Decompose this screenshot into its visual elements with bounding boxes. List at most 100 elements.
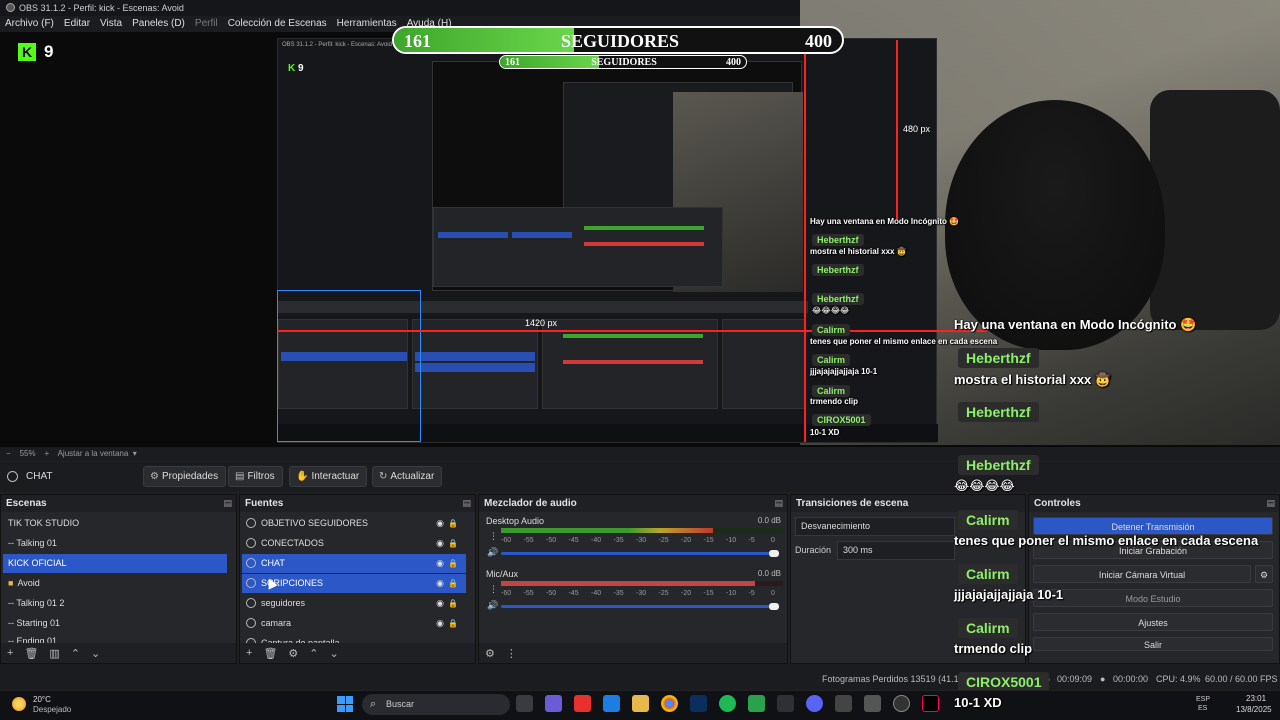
eye-icon[interactable]: ◉: [436, 614, 444, 633]
scene-item-selected[interactable]: KICK OFICIAL: [3, 554, 227, 573]
lock-icon[interactable]: 🔒: [448, 594, 458, 613]
menu-view[interactable]: Vista: [100, 16, 122, 32]
chevron-down-icon[interactable]: ⌄: [330, 647, 339, 660]
meter-tick-label: -25: [658, 537, 669, 544]
calendar-icon[interactable]: [777, 695, 794, 712]
language-code[interactable]: ESP: [1196, 696, 1210, 703]
source-item[interactable]: camara ◉ 🔒: [242, 614, 466, 633]
app-icon[interactable]: [748, 695, 765, 712]
sources-dock-header: Fuentes ▤: [240, 495, 475, 512]
lock-icon[interactable]: 🔒: [448, 574, 458, 593]
eye-icon[interactable]: ◉: [436, 594, 444, 613]
scene-item[interactable]: TIK TOK STUDIO: [3, 514, 227, 533]
measure-vertical: 480 px: [903, 124, 931, 134]
scene-folder[interactable]: ■ Avoid: [3, 574, 227, 593]
weather-status[interactable]: Despejado: [33, 705, 71, 714]
lock-icon[interactable]: 🔒: [448, 514, 458, 533]
menu-profile[interactable]: Perfil: [195, 16, 218, 32]
source-item[interactable]: OBJETIVO SEGUIDORES ◉ 🔒: [242, 514, 466, 533]
file-explorer-icon[interactable]: [632, 695, 649, 712]
lock-icon[interactable]: 🔒: [448, 554, 458, 573]
meter-tick-label: -40: [591, 590, 602, 597]
settings-icon[interactable]: [835, 695, 852, 712]
trash-icon[interactable]: 🗑: [263, 647, 277, 660]
clock-date[interactable]: 13/8/2025: [1236, 705, 1272, 714]
zoom-in-icon[interactable]: +: [44, 449, 49, 458]
tiktok-icon[interactable]: [922, 695, 939, 712]
volume-slider-handle[interactable]: [769, 550, 779, 557]
adobe-icon[interactable]: [574, 695, 591, 712]
gear-icon[interactable]: ⚙: [485, 647, 495, 660]
meter-tick-label: -15: [703, 590, 714, 597]
eye-icon[interactable]: ◉: [436, 514, 444, 533]
eye-icon[interactable]: ◉: [436, 574, 444, 593]
chevron-down-icon[interactable]: ⌄: [91, 647, 100, 660]
chevron-up-icon[interactable]: ⌃: [71, 647, 80, 660]
filters-button[interactable]: ▤ Filtros: [228, 466, 283, 487]
dock-menu-icon[interactable]: ▤: [223, 495, 232, 512]
speaker-icon[interactable]: 🔊: [487, 547, 498, 558]
menu-file[interactable]: Archivo (F): [5, 16, 54, 32]
goal-title: SEGUIDORES: [560, 31, 680, 51]
kick-viewers-badge: K 9: [18, 42, 53, 62]
menu-docks[interactable]: Paneles (D): [132, 16, 185, 32]
volume-slider-handle[interactable]: [769, 603, 779, 610]
volume-slider[interactable]: [501, 552, 779, 555]
channel-db: 0.0 dB: [757, 516, 781, 525]
gear-icon[interactable]: ⚙: [288, 647, 298, 660]
chrome-icon[interactable]: [661, 695, 678, 712]
add-icon[interactable]: +: [246, 647, 252, 659]
weather-sun-icon[interactable]: [12, 697, 26, 711]
scene-item[interactable]: -- Talking 01 2: [3, 594, 227, 613]
chevron-down-icon[interactable]: ▾: [131, 449, 137, 458]
refresh-button[interactable]: ↻ Actualizar: [372, 466, 443, 487]
filter-icon[interactable]: ▥: [49, 647, 59, 660]
spotify-icon[interactable]: [719, 695, 736, 712]
taskbar-search[interactable]: ⌕ Buscar: [362, 694, 510, 715]
task-view-icon[interactable]: [516, 695, 533, 712]
dock-menu-icon[interactable]: ▤: [774, 495, 783, 512]
windows-start-icon[interactable]: [337, 696, 353, 712]
chevron-up-icon[interactable]: ⌃: [309, 647, 318, 660]
properties-button[interactable]: ⚙ Propiedades: [143, 466, 227, 487]
scenes-dock: Escenas ▤ TIK TOK STUDIO -- Talking 01 KI…: [0, 494, 237, 664]
edge-icon[interactable]: [603, 695, 620, 712]
eye-icon[interactable]: ◉: [436, 534, 444, 553]
speaker-icon[interactable]: 🔊: [487, 600, 498, 611]
weather-temp[interactable]: 20°C: [33, 695, 51, 704]
menu-scene-collection[interactable]: Colección de Escenas: [228, 16, 327, 32]
language-layout[interactable]: ES: [1198, 705, 1207, 712]
scene-item[interactable]: -- Talking 01: [3, 534, 227, 553]
source-label: seguidores: [261, 598, 306, 608]
lock-icon[interactable]: 🔒: [448, 534, 458, 553]
inner-kick-badge: K 9: [288, 63, 304, 74]
channel-menu-icon[interactable]: ⋮: [489, 531, 498, 542]
channel-menu-icon[interactable]: ⋮: [489, 584, 498, 595]
source-item[interactable]: seguidores ◉ 🔒: [242, 594, 466, 613]
app-icon[interactable]: [864, 695, 881, 712]
eye-icon[interactable]: ◉: [436, 554, 444, 573]
interact-button[interactable]: ✋ Interactuar: [289, 466, 368, 487]
photoshop-icon[interactable]: [690, 695, 707, 712]
source-item-selected[interactable]: CHAT ◉ 🔒: [242, 554, 466, 573]
clock-time[interactable]: 23:01: [1246, 694, 1266, 703]
volume-slider[interactable]: [501, 605, 779, 608]
zoom-out-icon[interactable]: −: [6, 449, 11, 458]
copilot-icon[interactable]: [545, 695, 562, 712]
menu-edit[interactable]: Editar: [64, 16, 90, 32]
inner-chat-user-7: Calirm: [812, 385, 851, 397]
zoom-fit-select[interactable]: Ajustar a la ventana: [58, 449, 129, 458]
obs-taskbar-icon[interactable]: [893, 695, 910, 712]
source-item[interactable]: CONECTADOS ◉ 🔒: [242, 534, 466, 553]
inner-source-sel-1: [415, 352, 535, 361]
dock-menu-icon[interactable]: ▤: [462, 495, 471, 512]
lock-icon[interactable]: 🔒: [448, 614, 458, 633]
transition-select[interactable]: Desvanecimiento: [795, 517, 955, 536]
scene-item[interactable]: -- Starting 01: [3, 614, 227, 633]
trash-icon[interactable]: 🗑: [24, 647, 38, 660]
menu-tools[interactable]: Herramientas: [337, 16, 397, 32]
duration-input[interactable]: 300 ms: [837, 541, 955, 560]
menu-dots-icon[interactable]: ⋮: [506, 647, 517, 660]
add-icon[interactable]: +: [7, 647, 13, 659]
discord-icon[interactable]: [806, 695, 823, 712]
